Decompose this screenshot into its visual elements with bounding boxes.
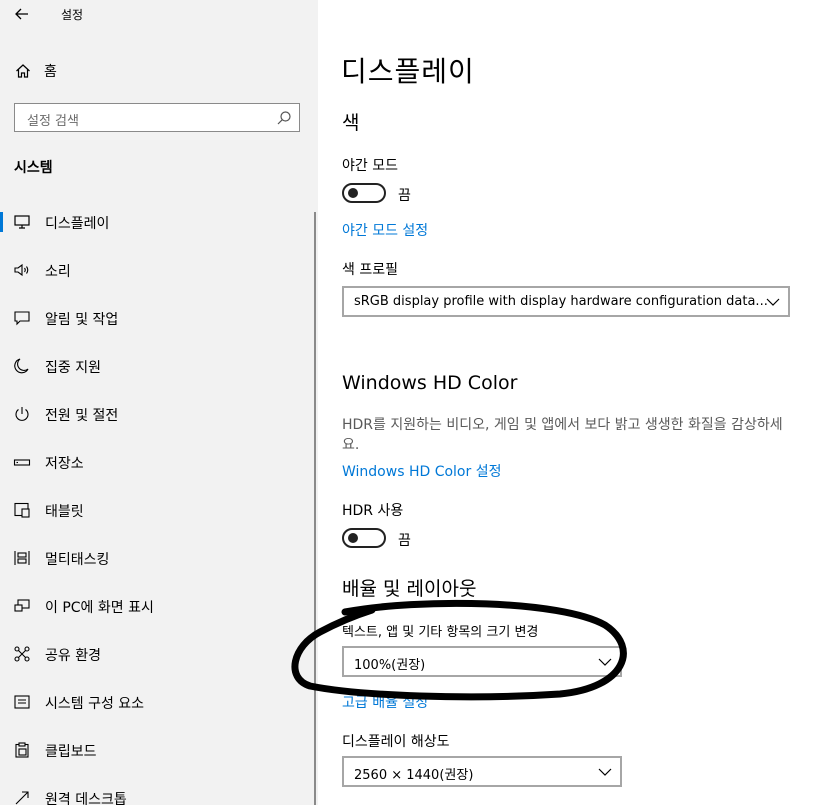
hdr-state: 끔 xyxy=(398,533,411,549)
sidebar-item-display[interactable]: 디스플레이 xyxy=(0,202,314,242)
sidebar-item-components[interactable]: 시스템 구성 요소 xyxy=(0,682,314,722)
resolution-dropdown[interactable]: 2560 × 1440(권장) xyxy=(342,756,622,787)
search-icon[interactable] xyxy=(276,110,292,126)
sidebar-item-label: 태블릿 xyxy=(45,504,84,520)
chevron-down-icon xyxy=(766,298,780,306)
home-icon xyxy=(16,64,30,78)
sidebar-item-label: 시스템 구성 요소 xyxy=(45,696,145,712)
sidebar-item-multitasking[interactable]: 멀티태스킹 xyxy=(0,538,314,578)
sidebar-item-project[interactable]: 이 PC에 화면 표시 xyxy=(0,586,314,626)
scale-label: 텍스트, 앱 및 기타 항목의 크기 변경 xyxy=(342,625,539,640)
remote-icon xyxy=(15,791,29,805)
chevron-down-icon xyxy=(598,768,612,776)
sidebar-item-label: 클립보드 xyxy=(45,744,97,760)
section-heading-scale: 배율 및 레이아웃 xyxy=(342,578,477,600)
multitask-icon xyxy=(14,551,30,565)
color-profile-value: sRGB display profile with display hardwa… xyxy=(354,294,768,309)
app-title: 설정 xyxy=(61,8,84,22)
sidebar-item-power[interactable]: 전원 및 절전 xyxy=(0,394,314,434)
section-heading-color: 색 xyxy=(342,112,360,134)
scale-dropdown[interactable]: 100%(권장) xyxy=(342,646,622,677)
sidebar-item-notifications[interactable]: 알림 및 작업 xyxy=(0,298,314,338)
home-link[interactable]: 홈 xyxy=(15,61,57,81)
section-heading-hd-color: Windows HD Color xyxy=(342,372,518,394)
toggle-knob xyxy=(348,533,358,543)
sidebar-item-storage[interactable]: 저장소 xyxy=(0,442,314,482)
search-box[interactable]: 설정 검색 xyxy=(14,103,300,132)
night-mode-label: 야간 모드 xyxy=(342,158,398,174)
main-content: 디스플레이 색 야간 모드 끔 야간 모드 설정 색 프로필 sRGB disp… xyxy=(318,0,818,805)
sidebar-item-label: 알림 및 작업 xyxy=(45,312,119,328)
resolution-value: 2560 × 1440(권장) xyxy=(354,768,474,783)
message-icon xyxy=(14,311,30,326)
night-mode-settings-link[interactable]: 야간 모드 설정 xyxy=(342,220,428,240)
power-icon xyxy=(15,407,29,421)
hdr-label: HDR 사용 xyxy=(342,503,404,519)
project-icon xyxy=(14,599,30,612)
sidebar-item-label: 이 PC에 화면 표시 xyxy=(45,600,154,616)
sidebar-item-focus-assist[interactable]: 집중 지원 xyxy=(0,346,314,386)
moon-icon xyxy=(14,358,29,374)
sidebar-scrollbar[interactable] xyxy=(314,212,316,805)
night-mode-toggle[interactable] xyxy=(342,183,386,203)
speaker-icon xyxy=(14,263,29,277)
share-icon xyxy=(14,646,30,662)
section-title-system: 시스템 xyxy=(14,160,53,176)
tablet-icon xyxy=(14,502,30,518)
hdr-toggle[interactable] xyxy=(342,528,386,548)
hd-color-settings-link[interactable]: Windows HD Color 설정 xyxy=(342,461,501,481)
home-label: 홈 xyxy=(44,64,57,80)
clipboard-icon xyxy=(15,742,29,758)
monitor-icon xyxy=(14,215,30,229)
sidebar: 설정 홈 설정 검색 시스템 디스플레이 소리 알림 및 작업 집중 지원 전원… xyxy=(0,0,318,805)
arrow-left-icon xyxy=(15,8,28,20)
color-profile-label: 색 프로필 xyxy=(342,262,398,278)
toggle-knob xyxy=(348,188,358,198)
color-profile-dropdown[interactable]: sRGB display profile with display hardwa… xyxy=(342,286,790,317)
page-title: 디스플레이 xyxy=(341,55,475,88)
sidebar-item-label: 공유 환경 xyxy=(45,648,101,664)
resolution-label: 디스플레이 해상도 xyxy=(342,734,450,750)
scale-value: 100%(권장) xyxy=(354,658,426,673)
sidebar-item-label: 멀티태스킹 xyxy=(45,552,110,568)
advanced-scaling-link[interactable]: 고급 배율 설정 xyxy=(342,692,428,712)
storage-icon xyxy=(13,459,31,466)
sidebar-item-label: 저장소 xyxy=(45,456,84,472)
sidebar-item-label: 집중 지원 xyxy=(45,360,101,376)
sidebar-item-sound[interactable]: 소리 xyxy=(0,250,314,290)
components-icon xyxy=(14,695,30,709)
search-input[interactable]: 설정 검색 xyxy=(27,110,79,129)
sidebar-item-tablet[interactable]: 태블릿 xyxy=(0,490,314,530)
back-button[interactable] xyxy=(12,4,32,24)
sidebar-item-label: 전원 및 절전 xyxy=(45,408,119,424)
sidebar-item-sharing[interactable]: 공유 환경 xyxy=(0,634,314,674)
hd-color-description: HDR를 지원하는 비디오, 게임 및 앱에서 보다 밝고 생생한 화질을 감상… xyxy=(342,417,783,453)
sidebar-item-label: 원격 데스크톱 xyxy=(45,792,127,805)
sidebar-item-clipboard[interactable]: 클립보드 xyxy=(0,730,314,770)
night-mode-state: 끔 xyxy=(398,188,411,204)
sidebar-item-remote-desktop[interactable]: 원격 데스크톱 xyxy=(0,778,314,805)
chevron-down-icon xyxy=(598,658,612,666)
sidebar-item-label: 소리 xyxy=(45,264,71,280)
sidebar-item-label: 디스플레이 xyxy=(45,216,110,232)
